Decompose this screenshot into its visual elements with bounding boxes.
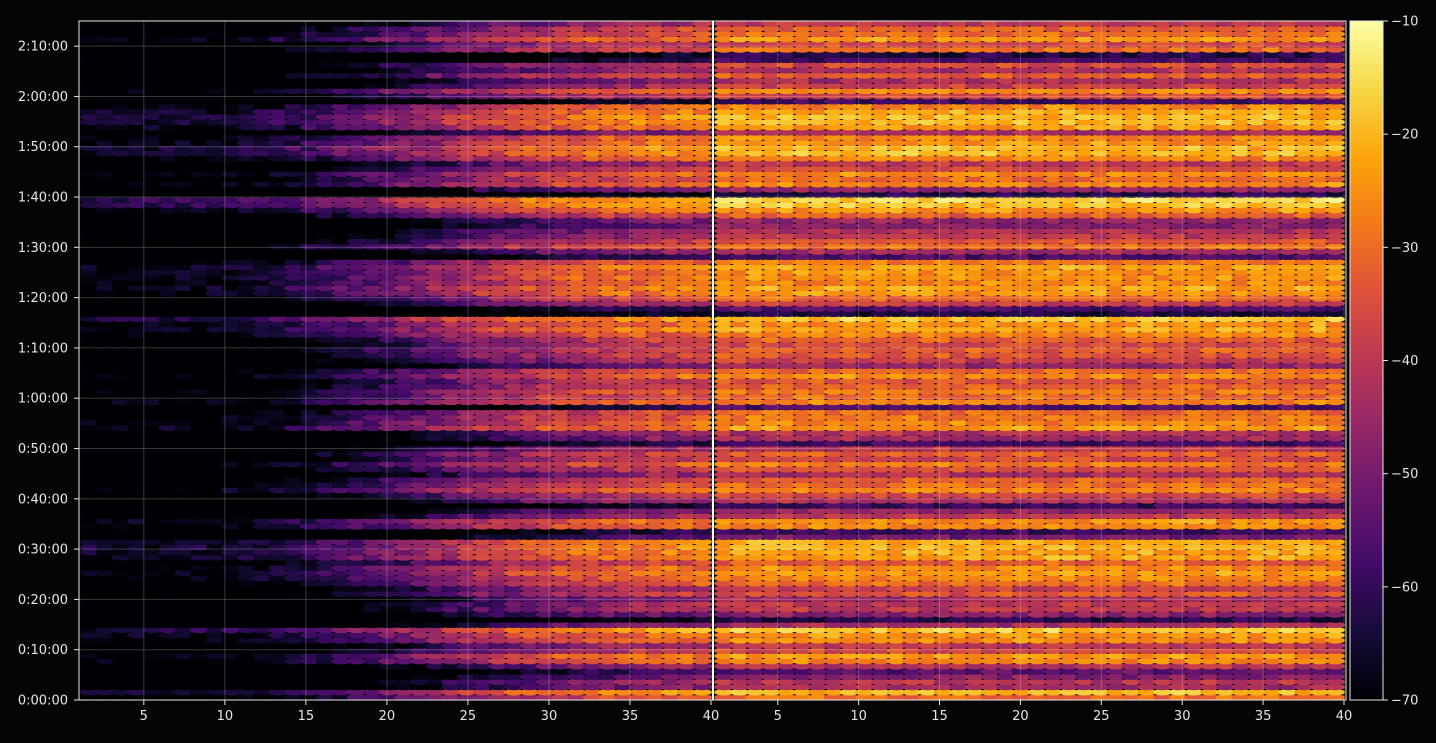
chart-canvas: 5 10 15 20 25 30 35 40 5 10 15 20 25 30 35 40 0:00:000:… bbox=[0, 0, 1436, 739]
spectrogram-chart: 5 10 15 20 25 30 35 40 5 10 15 20 25 30 35 40 0:00:00 0:… bbox=[0, 0, 1436, 739]
